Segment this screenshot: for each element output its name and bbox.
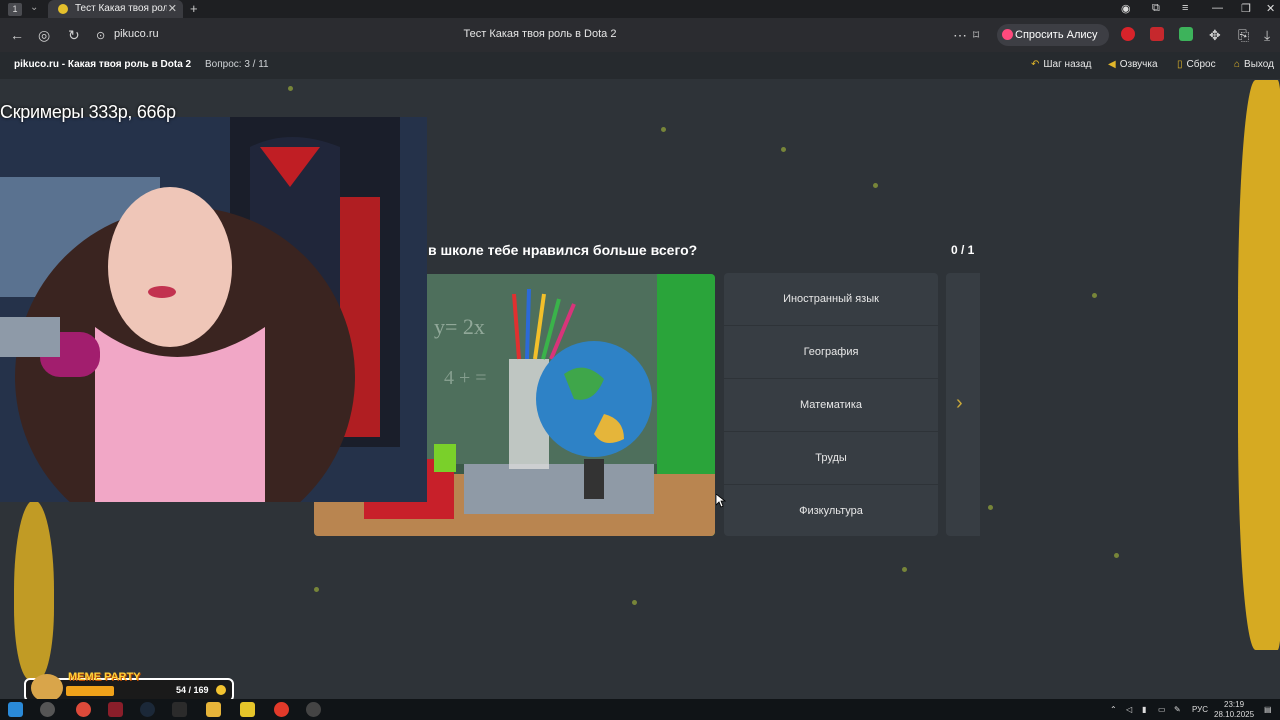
app-icon[interactable] <box>172 702 187 717</box>
decorative-dot <box>988 505 993 510</box>
exit-label: Выход <box>1244 59 1274 70</box>
settings-gear-icon[interactable] <box>306 702 321 717</box>
collections-icon[interactable]: ⧉ <box>1152 2 1160 15</box>
pen-icon[interactable]: ✎ <box>1174 705 1181 714</box>
decorative-dot <box>902 567 907 572</box>
undo-icon: ↶ <box>1031 59 1040 70</box>
meme-party-label: MEME PARTY <box>68 671 141 683</box>
webcam-feed-image <box>0 117 427 502</box>
folder-icon[interactable] <box>206 702 221 717</box>
more-icon[interactable]: ⋯ <box>953 27 967 44</box>
coin-icon <box>216 685 226 695</box>
mouse-cursor-icon <box>716 494 726 508</box>
microphone-icon[interactable]: ▮ <box>1142 705 1146 714</box>
stream-overlay-title: Скримеры 333р, 666р <box>0 102 176 122</box>
decorative-wave <box>1238 80 1280 650</box>
meme-party-count: 54 / 169 <box>176 685 209 695</box>
address-bar: ← ◎ ↻ ⊙ pikuco.ru Тест Какая твоя роль в… <box>0 18 1280 63</box>
next-question-panel[interactable] <box>946 273 980 536</box>
question-counter: Вопрос: 3 / 11 <box>205 59 269 70</box>
clock-date: 28.10.2025 <box>1214 710 1255 719</box>
extension-icon[interactable] <box>1121 27 1135 41</box>
site-favicon-icon <box>58 4 68 14</box>
reset-link[interactable]: ▯ Сброс <box>1177 59 1216 70</box>
reset-label: Сброс <box>1186 59 1216 70</box>
close-tab-icon[interactable]: ✕ <box>168 2 177 15</box>
decorative-dot <box>873 183 878 188</box>
question-text: в школе тебе нравился больше всего? <box>428 242 698 258</box>
decorative-dot <box>632 600 637 605</box>
home-icon: ⌂ <box>1234 59 1241 70</box>
webcam-overlay <box>0 117 427 502</box>
download-icon[interactable]: ⤓ <box>1264 27 1270 44</box>
tab-title: Тест Какая твоя роль в <box>75 3 167 14</box>
language-indicator[interactable]: РУС <box>1192 705 1208 714</box>
decorative-dot <box>661 127 666 132</box>
voice-link[interactable]: ◀ Озвучка <box>1108 59 1158 70</box>
bookmark-icon[interactable]: ⌑ <box>973 28 979 42</box>
decorative-dot <box>314 587 319 592</box>
step-back-link[interactable]: ↶ Шаг назад <box>1031 59 1092 70</box>
clock-time: 23:19 <box>1224 700 1245 709</box>
browser-tab-strip: 1 ⌄ Тест Какая твоя роль в ✕ + ◉ ⧉ ≡ — ❐… <box>0 0 1280 18</box>
svg-text:4 + =: 4 + = <box>444 367 487 389</box>
steam-icon[interactable] <box>140 702 155 717</box>
decorative-dot <box>288 86 293 91</box>
site-brand[interactable]: pikuco.ru - Какая твоя роль в Dota 2 <box>14 59 191 70</box>
extension-icon[interactable] <box>1150 27 1164 41</box>
page-title: Тест Какая твоя роль в Dota 2 <box>463 28 617 40</box>
exit-link[interactable]: ⌂ Выход <box>1234 59 1274 70</box>
app-icon[interactable] <box>240 702 255 717</box>
tab-count-badge[interactable]: 1 <box>8 3 22 16</box>
share-icon[interactable]: ⎘ <box>1238 27 1249 44</box>
answer-option[interactable]: Иностранный язык <box>724 273 938 326</box>
tray-chevron-up-icon[interactable]: ⌃ <box>1110 705 1117 714</box>
voice-label: Озвучка <box>1119 59 1158 70</box>
system-clock[interactable]: 23:19 28.10.2025 <box>1214 700 1254 720</box>
decorative-dot <box>781 147 786 152</box>
windows-taskbar: ⌃ ◁ ▮ ▭ ✎ РУС 23:19 28.10.2025 ▤ <box>0 699 1280 720</box>
score-counter: 0 / 1 <box>951 243 975 257</box>
notifications-icon[interactable]: ▤ <box>1264 705 1272 714</box>
decorative-dot <box>1114 553 1119 558</box>
app-icon[interactable] <box>108 702 123 717</box>
restore-icon[interactable]: ❐ <box>1241 2 1251 15</box>
volume-icon[interactable]: ◁ <box>1126 705 1132 714</box>
chevron-down-icon[interactable]: ⌄ <box>30 2 38 13</box>
decorative-dot <box>1092 293 1097 298</box>
doge-avatar-icon <box>31 674 63 702</box>
speaker-icon: ◀ <box>1108 59 1116 70</box>
close-window-icon[interactable]: ✕ <box>1266 2 1275 15</box>
chrome-icon[interactable] <box>76 702 91 717</box>
meme-party-progress-bar <box>66 686 114 696</box>
profile-icon[interactable]: ◉ <box>1121 2 1131 15</box>
network-icon[interactable]: ▭ <box>1158 705 1166 714</box>
answer-option[interactable]: География <box>724 326 938 379</box>
new-tab-icon[interactable]: + <box>190 1 198 16</box>
menu-icon[interactable]: ≡ <box>1182 2 1188 14</box>
site-header: pikuco.ru - Какая твоя роль в Dota 2 Воп… <box>0 52 1280 79</box>
answer-option[interactable]: Труды <box>724 432 938 485</box>
step-back-label: Шаг назад <box>1043 59 1092 70</box>
answer-option[interactable]: Физкультура <box>724 485 938 536</box>
trash-icon: ▯ <box>1177 59 1183 70</box>
extension-icon[interactable] <box>1179 27 1193 41</box>
start-icon[interactable] <box>8 702 23 717</box>
yandex-browser-icon[interactable] <box>40 702 55 717</box>
decorative-wave <box>14 500 54 680</box>
svg-text:y= 2x: y= 2x <box>434 314 485 339</box>
answer-list: Иностранный язык География Математика Тр… <box>724 273 938 536</box>
minimize-icon[interactable]: — <box>1212 2 1223 14</box>
obs-icon[interactable] <box>274 702 289 717</box>
chevron-right-icon[interactable]: › <box>956 392 963 415</box>
answer-option[interactable]: Математика <box>724 379 938 432</box>
active-tab[interactable]: Тест Какая твоя роль в ✕ <box>48 0 183 18</box>
ask-alice-button[interactable]: Спросить Алису AI <box>997 24 1109 63</box>
extensions-icon[interactable]: ✥ <box>1209 27 1221 44</box>
